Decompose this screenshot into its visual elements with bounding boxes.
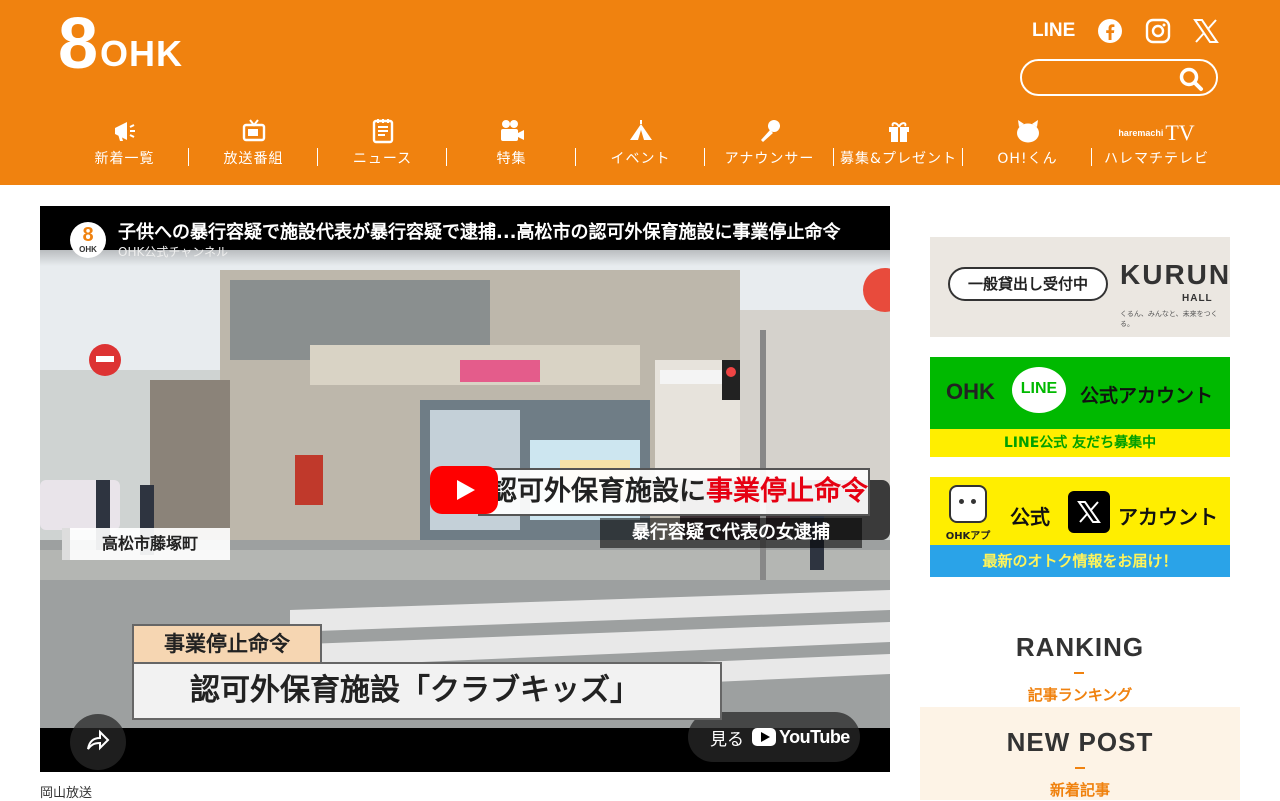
cat-face-icon — [1015, 118, 1041, 144]
kurun-tagline: くるん、みんなと、未来をつくる。 — [1120, 310, 1218, 328]
x-icon[interactable] — [1193, 18, 1220, 44]
youtube-icon — [752, 728, 776, 746]
kurun-brand-sub: HALL — [1182, 293, 1213, 304]
ohk-logo[interactable]: 8 OHK — [58, 4, 184, 84]
caption-subheadline: 暴行容疑で代表の女逮捕 — [600, 518, 862, 548]
line-banner-strip: LINE公式 友だち募集中 — [930, 429, 1230, 457]
nav-label: アナウンサー — [724, 151, 815, 167]
main-nav: 新着一覧 放送番組 ニュース 特集 イベント アナウンサー 募集&プレゼント O… — [60, 118, 1221, 174]
share-icon — [87, 729, 110, 751]
new-post-section: NEW POST 新着記事 — [920, 707, 1240, 800]
nav-label: OH!くん — [997, 151, 1058, 167]
nav-item-news[interactable]: ニュース — [318, 118, 447, 174]
share-button[interactable] — [70, 714, 126, 770]
line-banner-ohk: OHK — [946, 379, 995, 404]
video-title[interactable]: 子供への暴行容疑で施設代表が暴行容疑で逮捕...高松市の認可外保育施設に事業停止… — [118, 218, 878, 244]
watch-label: 見る — [710, 729, 744, 750]
facebook-icon[interactable] — [1097, 18, 1123, 44]
x-banner-right: アカウント — [1118, 505, 1218, 529]
channel-avatar[interactable]: 8 OHK — [70, 222, 106, 258]
caption-headline: 認可外保育施設に事業停止命令 — [478, 468, 870, 516]
nav-item-latest[interactable]: 新着一覧 — [60, 118, 189, 174]
logo-number: 8 — [58, 4, 99, 84]
caption-lower-tag: 事業停止命令 — [132, 624, 322, 664]
youtube-wordmark: YouTube — [779, 726, 850, 747]
social-links: LINE — [1032, 18, 1220, 44]
kurun-brand: KURUN — [1120, 259, 1230, 290]
x-banner-left: 公式 — [1010, 505, 1050, 529]
nav-item-announcers[interactable]: アナウンサー — [705, 118, 834, 174]
nav-label: ハレマチテレビ — [1104, 151, 1209, 167]
ranking-subheading: 記事ランキング — [1027, 686, 1133, 704]
nav-label: 新着一覧 — [94, 151, 155, 167]
megaphone-icon — [112, 118, 138, 144]
tv-icon — [241, 118, 267, 144]
video-channel-name[interactable]: OHK公式チャンネル — [118, 243, 228, 260]
nav-label: 特集 — [496, 151, 527, 167]
nav-item-events[interactable]: イベント — [576, 118, 705, 174]
x-banner-strip: 最新のオトク情報をお届け！ — [930, 545, 1230, 577]
article-credit: 岡山放送 — [40, 786, 93, 801]
nav-label: イベント — [610, 151, 671, 167]
nav-item-features[interactable]: 特集 — [447, 118, 576, 174]
play-button[interactable] — [430, 466, 498, 514]
nav-label: ニュース — [352, 151, 413, 167]
gift-icon — [886, 118, 912, 144]
video-camera-icon — [499, 118, 525, 144]
search-icon[interactable] — [1178, 66, 1204, 92]
line-link[interactable]: LINE — [1032, 20, 1075, 42]
caption-lower-main: 認可外保育施設「クラブキッズ」 — [132, 662, 722, 720]
microphone-icon — [757, 118, 783, 144]
ranking-divider — [1074, 672, 1084, 674]
haremachi-tv-logo: haremachi TV — [1118, 120, 1195, 145]
new-post-divider — [1075, 767, 1085, 769]
tent-icon — [628, 118, 654, 144]
nav-item-recruit-present[interactable]: 募集&プレゼント — [834, 118, 963, 174]
kurun-pill: 一般貸出し受付中 — [948, 267, 1108, 301]
ranking-heading: RANKING — [1015, 632, 1145, 662]
new-post-subheading: 新着記事 — [1049, 781, 1110, 799]
site-header: 8 OHK LINE 新着一覧 放送番組 ニュース 特集 イベント アナウンサー… — [0, 0, 1280, 185]
caption-location: 高松市藤塚町 — [62, 528, 230, 560]
x-logo-icon — [1068, 491, 1110, 533]
line-banner-account: 公式アカウント — [1080, 385, 1214, 407]
kurun-hall-banner[interactable]: 一般貸出し受付中 KURUN HALL くるん、みんなと、未来をつくる。 — [930, 237, 1230, 337]
search-box — [1020, 59, 1218, 96]
nav-label: 放送番組 — [223, 151, 284, 167]
nav-item-oh-kun[interactable]: OH!くん — [963, 118, 1092, 174]
new-post-heading: NEW POST — [1006, 727, 1154, 757]
cat-mascot-icon — [949, 485, 987, 523]
logo-text: OHK — [100, 33, 184, 74]
nav-item-programs[interactable]: 放送番組 — [189, 118, 318, 174]
ohk-app-badge: OHKアプリ — [944, 485, 992, 557]
x-official-banner[interactable]: OHKアプリ 公式 アカウント 最新のオトク情報をお届け！ — [930, 477, 1230, 577]
line-official-banner[interactable]: OHK LINE 公式アカウント LINE公式 友だち募集中 — [930, 357, 1230, 457]
notepad-icon — [370, 118, 396, 144]
search-input[interactable] — [1036, 67, 1180, 91]
nav-label: 募集&プレゼント — [840, 151, 957, 167]
line-bubble-icon: LINE — [1012, 367, 1066, 413]
instagram-icon[interactable] — [1145, 18, 1171, 44]
nav-item-haremachi-tv[interactable]: haremachi TV ハレマチテレビ — [1092, 118, 1221, 174]
